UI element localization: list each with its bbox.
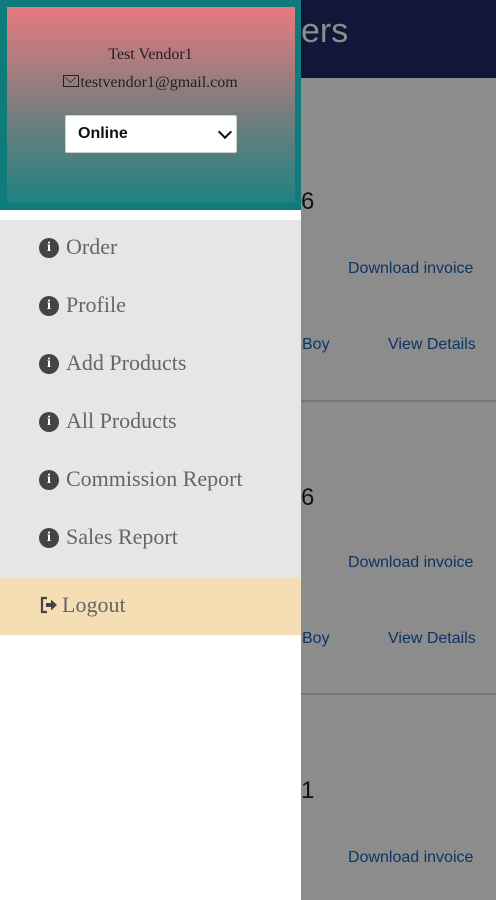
info-icon: i <box>39 296 59 316</box>
info-icon: i <box>39 354 59 374</box>
menu-item-all-products[interactable]: i All Products <box>0 394 301 452</box>
drawer-header-gradient <box>7 7 295 203</box>
logout-label: Logout <box>62 592 126 617</box>
vendor-name: Test Vendor1 <box>108 46 193 63</box>
menu-item-commission-report[interactable]: i Commission Report <box>0 452 301 510</box>
logout-icon <box>40 596 57 614</box>
menu-item-sales-report[interactable]: i Sales Report <box>0 510 301 568</box>
drawer-menu: i Order i Profile i Add Products i All P… <box>0 220 301 578</box>
menu-item-label: Commission Report <box>66 466 243 491</box>
info-icon: i <box>39 470 59 490</box>
status-select-value: Online <box>78 125 128 142</box>
drawer-header: Test Vendor1 testvendor1@gmail.com Onlin… <box>0 0 301 210</box>
menu-item-label: Order <box>66 234 118 259</box>
menu-item-label: All Products <box>66 408 177 433</box>
logout-button[interactable]: Logout <box>0 578 301 635</box>
menu-item-label: Sales Report <box>66 524 178 549</box>
chevron-down-icon <box>217 124 233 140</box>
vendor-email: testvendor1@gmail.com <box>80 74 238 91</box>
menu-item-label: Profile <box>66 292 126 317</box>
menu-item-label: Add Products <box>66 350 187 375</box>
vendor-email-row: testvendor1@gmail.com <box>0 74 301 92</box>
menu-item-profile[interactable]: i Profile <box>0 278 301 336</box>
envelope-icon <box>63 75 80 88</box>
info-icon: i <box>39 238 59 258</box>
info-icon: i <box>39 528 59 548</box>
nav-drawer: Test Vendor1 testvendor1@gmail.com Onlin… <box>0 0 301 900</box>
menu-item-order[interactable]: i Order <box>0 220 301 278</box>
status-select[interactable]: Online <box>65 115 237 153</box>
info-icon: i <box>39 412 59 432</box>
menu-item-add-products[interactable]: i Add Products <box>0 336 301 394</box>
